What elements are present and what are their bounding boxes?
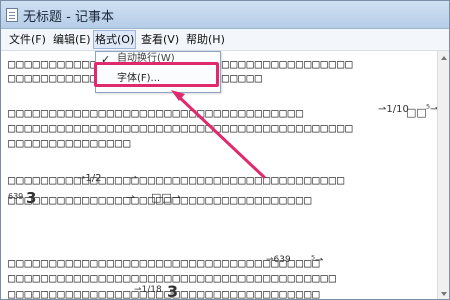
menu-format[interactable]: 格式(O) xyxy=(93,30,137,49)
menu-bar: 文件(F) 编辑(E) 格式(O) 查看(V) 帮助(H) xyxy=(1,29,449,51)
title-bar[interactable]: 无标题 - 记事本 xyxy=(1,1,449,29)
text-line-10: □□□□□□□□□□□□□□□□□□□□□□□□□□□□□□□□□□□□□□ xyxy=(8,287,321,300)
menu-help[interactable]: 帮助(H) xyxy=(185,31,226,48)
notepad-window: 无标题 - 记事本 文件(F) 编辑(E) 格式(O) 查看(V) 帮助(H) … xyxy=(0,0,450,300)
fraction-fragment: ⇀1/10 xyxy=(378,104,409,115)
text-line-6: □□□□□□□□□□□□□□□□□□□□□□□□□□□□□□□□□□□□□□□□… xyxy=(8,173,346,187)
eighteenth-fragment: ⇀1/18 xyxy=(134,285,162,295)
digit-fragment-2: 3 xyxy=(167,282,179,300)
number-arrow-fragment: ⇀639 xyxy=(266,255,291,265)
superscript-arrow-fragment: ⁵⇀ xyxy=(311,255,324,266)
arrow-fragment-2: ⇀ xyxy=(126,191,136,204)
digit-fragment: 3 xyxy=(26,189,37,207)
font-highlight-box xyxy=(94,62,219,87)
menu-view[interactable]: 查看(V) xyxy=(140,31,180,48)
vertical-scrollbar[interactable] xyxy=(437,51,449,299)
notepad-icon xyxy=(6,8,18,22)
text-line-3: □□□□□□□□□□□□□□□□□□□□□□□□□□□□□□□□□□□□ xyxy=(8,106,305,120)
scroll-down-icon[interactable] xyxy=(439,289,449,299)
menu-edit[interactable]: 编辑(E) xyxy=(52,31,92,48)
window-title: 无标题 - 记事本 xyxy=(23,10,114,25)
arrow-fragment: ⇀ xyxy=(129,173,138,184)
text-line-4: □□□□□□□□□□□□□□□□□□□□□□□□□□□□□□□□□□□□□□□□… xyxy=(8,121,354,135)
menu-file[interactable]: 文件(F) xyxy=(8,31,47,48)
box-fragment: □□ xyxy=(406,106,427,119)
scroll-up-icon[interactable] xyxy=(439,53,449,63)
box-arrow-fragment: □□⇀ xyxy=(151,191,182,204)
number-fragment: 639 xyxy=(8,192,24,201)
half-fragment: ⇀1/2 xyxy=(77,173,102,184)
text-line-5: □□□□□□□□□□□□□□□ xyxy=(8,136,132,150)
